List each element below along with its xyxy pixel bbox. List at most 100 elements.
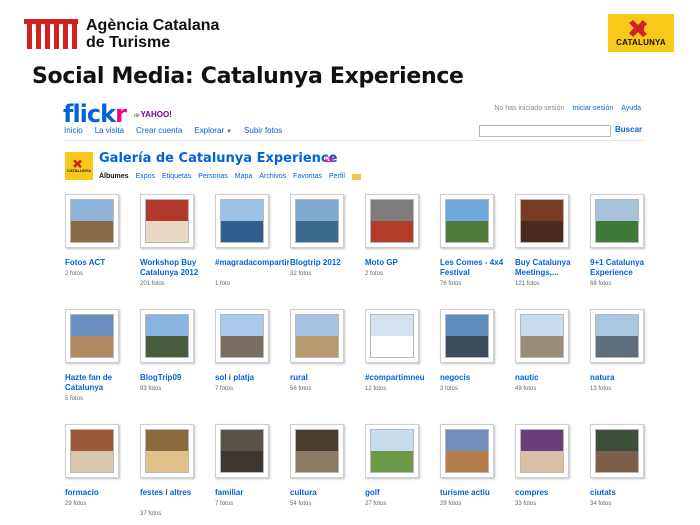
- album-thumbnail[interactable]: [140, 194, 194, 248]
- album-card[interactable]: ciutats 34 fotos: [590, 424, 655, 525]
- album-title[interactable]: rural: [290, 373, 364, 383]
- album-title[interactable]: BlogTrip09: [140, 373, 214, 383]
- album-card[interactable]: natura 13 fotos: [590, 309, 655, 419]
- album-card[interactable]: sol i platja 7 fotos: [215, 309, 289, 419]
- album-thumbnail[interactable]: [65, 194, 119, 248]
- album-title[interactable]: Workshop Buy Catalunya 2012: [140, 258, 214, 278]
- album-photo: [370, 314, 414, 358]
- album-card[interactable]: cultura 54 fotos: [290, 424, 364, 525]
- nav-upload[interactable]: Subir fotos: [244, 126, 282, 135]
- nav-explore[interactable]: Explorar ▼: [194, 126, 232, 135]
- album-title[interactable]: sol i platja: [215, 373, 289, 383]
- album-title[interactable]: turisme actiu: [440, 488, 514, 498]
- tab-map[interactable]: Mapa: [235, 173, 253, 180]
- album-title[interactable]: negocis: [440, 373, 514, 383]
- album-thumbnail[interactable]: [215, 309, 269, 363]
- search-button[interactable]: Buscar: [615, 125, 642, 134]
- tab-favorites[interactable]: Favoritas: [293, 173, 322, 180]
- album-thumbnail[interactable]: [515, 309, 569, 363]
- nav-signup[interactable]: Crear cuenta: [136, 126, 182, 135]
- album-thumbnail[interactable]: [215, 194, 269, 248]
- album-thumbnail[interactable]: [290, 309, 344, 363]
- album-card[interactable]: negocis 3 fotos: [440, 309, 514, 419]
- album-thumbnail[interactable]: [590, 424, 644, 478]
- album-card[interactable]: Moto GP 2 fotos: [365, 194, 439, 304]
- album-thumbnail[interactable]: [590, 309, 644, 363]
- album-thumbnail[interactable]: [440, 194, 494, 248]
- album-title[interactable]: golf: [365, 488, 439, 498]
- album-title[interactable]: nautic: [515, 373, 589, 383]
- album-title[interactable]: formacio: [65, 488, 139, 498]
- album-card[interactable]: Hazte fan de Catalunya 5 fotos: [65, 309, 139, 419]
- album-card[interactable]: BlogTrip09 93 fotos: [140, 309, 214, 419]
- album-title[interactable]: #magradacompartir: [215, 258, 289, 268]
- album-card[interactable]: familiar 7 fotos: [215, 424, 289, 525]
- album-thumbnail[interactable]: [140, 424, 194, 478]
- album-card[interactable]: nautic 49 fotos: [515, 309, 589, 419]
- album-card[interactable]: 9+1 Catalunya Experience 68 fotos: [590, 194, 655, 304]
- album-title[interactable]: Buy Catalunya Meetings,...: [515, 258, 589, 278]
- album-title[interactable]: Les Comes - 4x4 Festival: [440, 258, 514, 278]
- photo-upper: [221, 430, 263, 451]
- photo-upper: [521, 200, 563, 221]
- album-title[interactable]: natura: [590, 373, 655, 383]
- album-title[interactable]: ciutats: [590, 488, 655, 498]
- album-card[interactable]: rural 56 fotos: [290, 309, 364, 419]
- album-card[interactable]: Buy Catalunya Meetings,... 121 fotos: [515, 194, 589, 304]
- album-title[interactable]: Fotos ACT: [65, 258, 139, 268]
- gallery-avatar[interactable]: CATALUNYA: [65, 152, 93, 180]
- album-thumbnail[interactable]: [365, 424, 419, 478]
- album-card[interactable]: Fotos ACT 2 fotos: [65, 194, 139, 304]
- album-title[interactable]: Moto GP: [365, 258, 439, 268]
- flickr-logo-part-b: r: [115, 100, 127, 128]
- album-card[interactable]: Les Comes - 4x4 Festival 76 fotos: [440, 194, 514, 304]
- album-thumbnail[interactable]: [440, 309, 494, 363]
- nav-home[interactable]: Inicio: [64, 126, 83, 135]
- album-thumbnail[interactable]: [65, 424, 119, 478]
- tab-archives[interactable]: Archivos: [259, 173, 286, 180]
- album-card[interactable]: #magradacompartir 1 foto: [215, 194, 289, 304]
- help-link[interactable]: Ayuda: [621, 105, 641, 112]
- album-card[interactable]: #compartimneu 12 fotos: [365, 309, 439, 419]
- album-thumbnail[interactable]: [215, 424, 269, 478]
- album-card[interactable]: formacio 29 fotos: [65, 424, 139, 525]
- album-thumbnail[interactable]: [440, 424, 494, 478]
- album-title[interactable]: familiar: [215, 488, 289, 498]
- album-card[interactable]: turisme actiu 29 fotos: [440, 424, 514, 525]
- album-card[interactable]: Blogtrip 2012 32 fotos: [290, 194, 364, 304]
- tab-expos[interactable]: Expos: [136, 173, 155, 180]
- rss-icon[interactable]: [351, 174, 361, 180]
- album-card[interactable]: golf 27 fotos: [365, 424, 439, 525]
- album-title[interactable]: cultura: [290, 488, 364, 498]
- album-card[interactable]: Workshop Buy Catalunya 2012 201 fotos: [140, 194, 214, 304]
- signin-link[interactable]: Iniciar sesión: [572, 105, 613, 112]
- flickr-logo[interactable]: flickr: [63, 100, 127, 128]
- album-title[interactable]: festes i altres: [140, 488, 214, 498]
- album-card[interactable]: festes i altres 37 fotos: [140, 424, 214, 525]
- pro-badge[interactable]: pro: [325, 155, 335, 162]
- album-title[interactable]: #compartimneu: [365, 373, 439, 383]
- tab-albums[interactable]: Álbumes: [99, 173, 129, 180]
- album-thumbnail[interactable]: [365, 309, 419, 363]
- album-card[interactable]: compres 33 fotos: [515, 424, 589, 525]
- album-title[interactable]: compres: [515, 488, 589, 498]
- album-photo: [295, 429, 339, 473]
- tab-people[interactable]: Personas: [198, 173, 228, 180]
- album-thumbnail[interactable]: [65, 309, 119, 363]
- search-input[interactable]: [479, 125, 611, 137]
- album-thumbnail[interactable]: [365, 194, 419, 248]
- album-thumbnail[interactable]: [515, 424, 569, 478]
- album-thumbnail[interactable]: [290, 194, 344, 248]
- album-title[interactable]: Hazte fan de Catalunya: [65, 373, 139, 393]
- tab-profile[interactable]: Perfil: [329, 173, 345, 180]
- album-thumbnail[interactable]: [140, 309, 194, 363]
- album-thumbnail[interactable]: [590, 194, 644, 248]
- nav-tour[interactable]: La visita: [95, 126, 124, 135]
- album-thumbnail[interactable]: [290, 424, 344, 478]
- album-title[interactable]: Blogtrip 2012: [290, 258, 364, 268]
- album-title[interactable]: 9+1 Catalunya Experience: [590, 258, 655, 278]
- chevron-down-icon: ▼: [226, 129, 233, 135]
- album-photo-count: 1 foto: [215, 281, 231, 287]
- album-thumbnail[interactable]: [515, 194, 569, 248]
- tab-tags[interactable]: Etiquetas: [162, 173, 191, 180]
